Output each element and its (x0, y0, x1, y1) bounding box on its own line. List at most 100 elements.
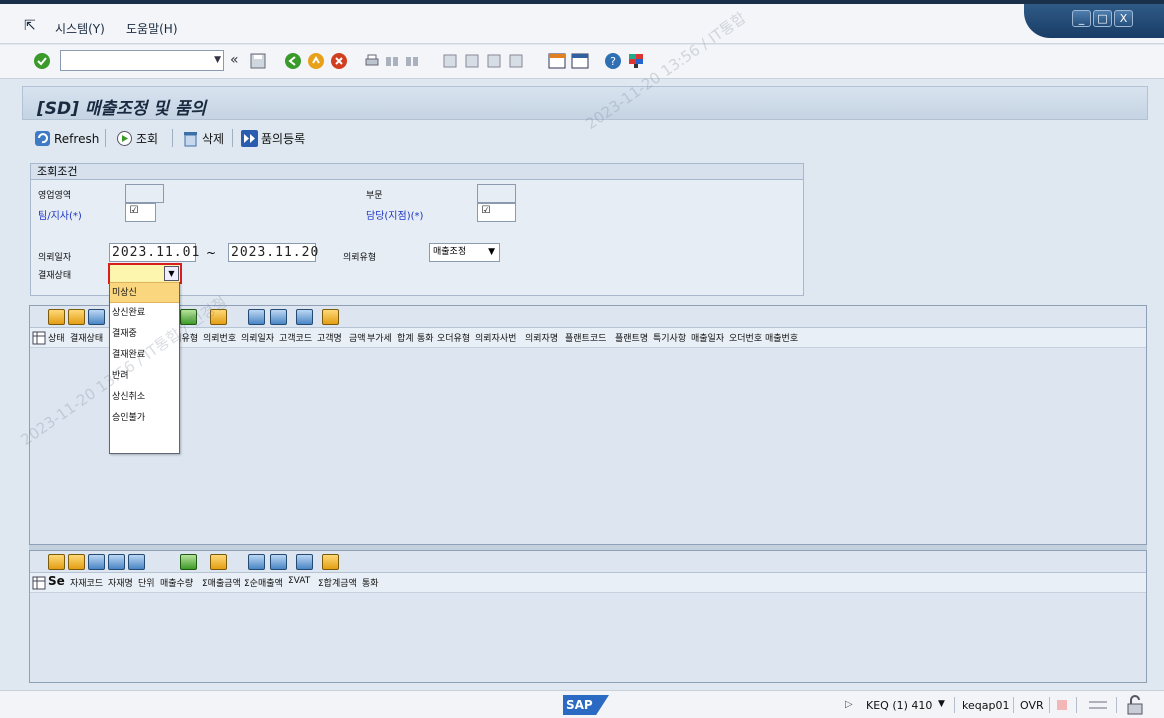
enter-check-icon[interactable] (33, 52, 51, 70)
back-icon[interactable] (284, 52, 302, 70)
column-header[interactable]: 고객명 (317, 331, 342, 344)
sort-ascending-icon[interactable] (48, 309, 65, 325)
exit-icon[interactable] (307, 52, 325, 70)
layout-icon[interactable] (322, 309, 339, 325)
select-all-icon[interactable] (32, 576, 46, 590)
date-from-input[interactable]: 2023.11.01 (109, 243, 199, 262)
find-next-icon[interactable] (108, 554, 125, 570)
column-header[interactable]: 플랜트명 (615, 331, 648, 344)
maximize-button[interactable]: □ (1093, 10, 1112, 27)
view-icon[interactable] (270, 309, 287, 325)
column-header[interactable]: 의뢰자사번 (475, 331, 516, 344)
select-all-icon[interactable] (32, 331, 46, 345)
export-icon[interactable] (296, 309, 313, 325)
approval-status-select[interactable]: ▼ (108, 263, 182, 284)
column-header[interactable]: 결재상태 (70, 331, 103, 344)
menu-help[interactable]: 도움말(H) (126, 20, 178, 37)
column-header[interactable]: 의뢰일자 (241, 331, 274, 344)
column-header[interactable]: 자재코드 (70, 576, 103, 589)
division-field[interactable] (477, 184, 516, 203)
register-approval-button[interactable]: 품의등록 (241, 130, 305, 147)
chevron-down-icon[interactable]: ▼ (938, 699, 945, 709)
sum-icon[interactable] (180, 309, 197, 325)
column-header[interactable]: 특기사항 (653, 331, 686, 344)
previous-page-icon[interactable] (464, 53, 480, 69)
next-page-icon[interactable] (486, 53, 502, 69)
system-info[interactable]: KEQ (1) 410 (866, 699, 932, 712)
column-header[interactable]: 단위 (138, 576, 155, 589)
column-header[interactable]: 부가세 (367, 331, 392, 344)
search-button[interactable]: 조회 (116, 130, 158, 147)
first-page-icon[interactable] (442, 53, 458, 69)
sales-area-field[interactable] (125, 184, 164, 203)
subtotal-icon[interactable] (210, 309, 227, 325)
chevron-down-icon[interactable]: ▼ (164, 266, 179, 281)
find-next-icon[interactable] (404, 53, 420, 69)
column-header[interactable]: Σ순매출액 (244, 576, 283, 589)
dropdown-option[interactable]: 결재중 (110, 324, 179, 345)
print-icon[interactable] (248, 309, 265, 325)
save-icon[interactable] (250, 53, 266, 69)
column-header[interactable]: 통화 (362, 576, 379, 589)
dropdown-option[interactable]: 승인불가 (110, 408, 179, 429)
view-icon[interactable] (270, 554, 287, 570)
cancel-icon[interactable] (330, 52, 348, 70)
find-icon[interactable] (384, 53, 400, 69)
team-branch-checkbox[interactable]: ☑ (127, 205, 141, 219)
play-icon[interactable]: ▷ (845, 699, 853, 710)
last-page-icon[interactable] (508, 53, 524, 69)
column-header[interactable]: 자재명 (108, 576, 133, 589)
unlock-icon[interactable] (1126, 695, 1144, 715)
new-session-icon[interactable] (548, 52, 566, 70)
dropdown-option[interactable]: 상신취소 (110, 387, 179, 408)
column-header[interactable]: Se (48, 574, 65, 588)
layout-menu-icon[interactable] (627, 52, 645, 70)
export-icon[interactable] (296, 554, 313, 570)
column-header[interactable]: 플랜트코드 (565, 331, 606, 344)
menu-system[interactable]: 시스템(Y) (55, 20, 105, 37)
command-field[interactable]: ▼ (60, 50, 224, 71)
owner-branch-field[interactable]: ☑ (477, 203, 516, 222)
chevron-down-icon[interactable]: ▼ (214, 55, 221, 65)
column-header[interactable]: 통화 (417, 331, 434, 344)
column-header[interactable]: 금액 (349, 331, 366, 344)
print-icon[interactable] (248, 554, 265, 570)
column-header[interactable]: 의뢰자명 (525, 331, 558, 344)
date-to-input[interactable]: 2023.11.20 (228, 243, 318, 262)
insert-mode[interactable]: OVR (1020, 699, 1044, 712)
column-header[interactable]: 매출번호 (765, 331, 798, 344)
column-header[interactable]: 매출일자 (691, 331, 724, 344)
column-header[interactable]: 상태 (48, 331, 65, 344)
minimize-button[interactable]: _ (1072, 10, 1091, 27)
column-header[interactable]: Σ합계금액 (318, 576, 357, 589)
column-header[interactable]: 매출수량 (160, 576, 193, 589)
sort-ascending-icon[interactable] (48, 554, 65, 570)
team-branch-field[interactable]: ☑ (125, 203, 156, 222)
dropdown-option[interactable]: 결재완료 (110, 345, 179, 366)
menu-exit-icon[interactable]: ⇱ (24, 18, 36, 34)
owner-branch-checkbox[interactable]: ☑ (479, 205, 493, 219)
find-icon[interactable] (88, 554, 105, 570)
double-left-icon[interactable]: « (230, 52, 239, 68)
column-header[interactable]: 의뢰번호 (203, 331, 236, 344)
delete-button[interactable]: 삭제 (182, 130, 224, 147)
print-icon[interactable] (364, 53, 380, 69)
close-button[interactable]: X (1114, 10, 1133, 27)
shortcut-icon[interactable] (571, 52, 589, 70)
subtotal-icon[interactable] (210, 554, 227, 570)
sort-descending-icon[interactable] (68, 554, 85, 570)
request-type-select[interactable]: 매출조정 ▼ (429, 243, 500, 262)
dropdown-option[interactable]: 상신완료 (110, 303, 179, 324)
sum-icon[interactable] (180, 554, 197, 570)
filter-icon[interactable] (128, 554, 145, 570)
find-icon[interactable] (88, 309, 105, 325)
chevron-down-icon[interactable]: ▼ (488, 244, 495, 261)
column-header[interactable]: ΣVAT (288, 576, 310, 586)
column-header[interactable]: 합계 (397, 331, 414, 344)
column-header[interactable]: 고객코드 (279, 331, 312, 344)
dropdown-option[interactable]: 미상신 (110, 282, 179, 303)
column-header[interactable]: 오더유형 (437, 331, 470, 344)
layout-icon[interactable] (322, 554, 339, 570)
sort-descending-icon[interactable] (68, 309, 85, 325)
column-header[interactable]: Σ매출금액 (202, 576, 241, 589)
